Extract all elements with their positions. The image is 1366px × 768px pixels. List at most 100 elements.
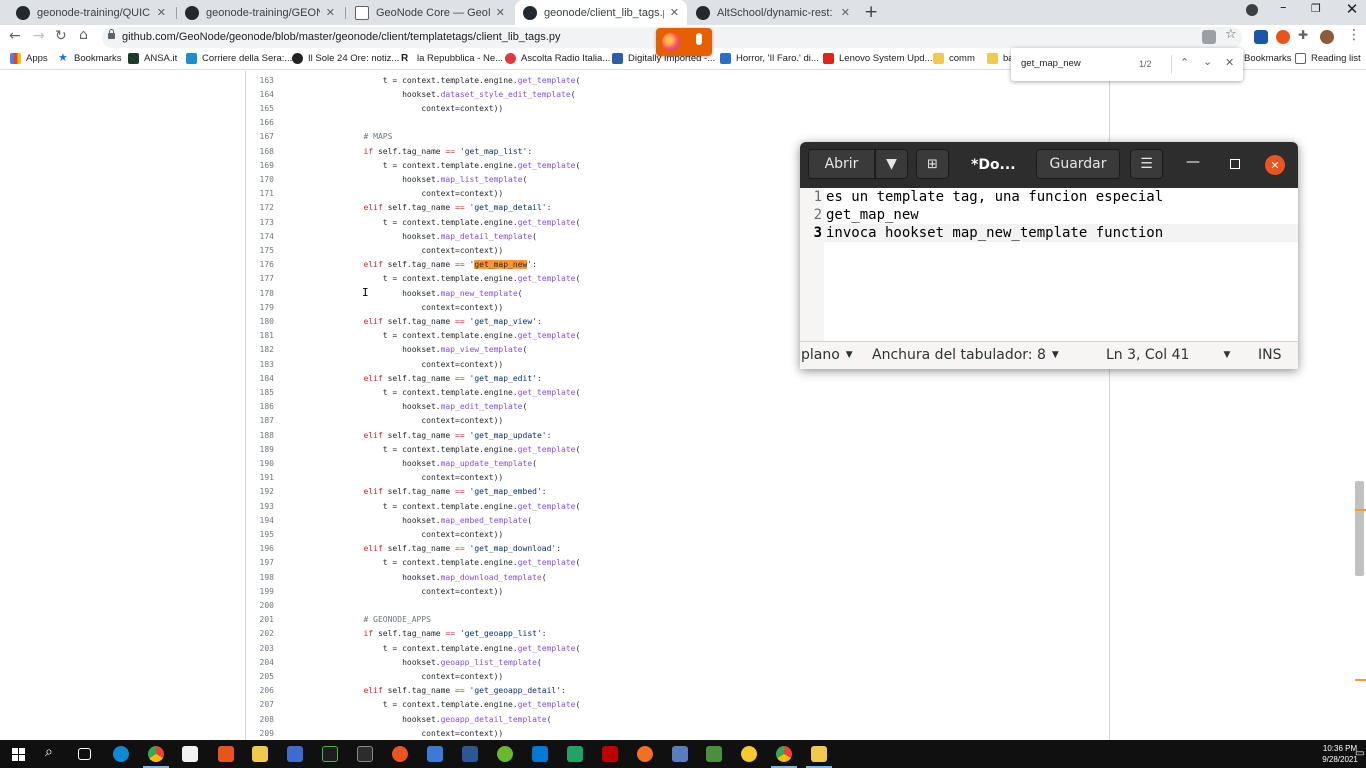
- other-bookmarks[interactable]: Bookmarks: [1244, 53, 1292, 64]
- find-input[interactable]: [1021, 58, 1136, 69]
- line-number[interactable]: 195: [246, 530, 274, 539]
- task-view-icon[interactable]: [78, 748, 91, 760]
- bookmark-horror[interactable]: Horror, 'Il Faro.' di...: [720, 53, 819, 64]
- line-number[interactable]: 193: [246, 502, 274, 511]
- forward-icon[interactable]: →: [33, 28, 45, 44]
- bookmark-ansa[interactable]: ANSA.it: [128, 53, 177, 64]
- line-number[interactable]: 206: [246, 686, 274, 695]
- line-number[interactable]: 194: [246, 516, 274, 525]
- line-number[interactable]: 180: [246, 317, 274, 326]
- screenshot-extension-icon[interactable]: [1202, 30, 1216, 44]
- line-number[interactable]: 176: [246, 260, 274, 269]
- back-icon[interactable]: ←: [9, 28, 21, 44]
- close-icon[interactable]: ✕: [1265, 155, 1285, 175]
- page-scrollbar[interactable]: [1355, 481, 1364, 576]
- editor-line[interactable]: 2 get_map_new: [800, 206, 919, 224]
- skype-icon[interactable]: [218, 746, 234, 762]
- tab-search-icon[interactable]: [1246, 4, 1258, 16]
- chevron-up-icon[interactable]: ⌃: [1180, 56, 1189, 69]
- line-number[interactable]: 164: [246, 90, 274, 99]
- chrome-icon[interactable]: [776, 746, 792, 762]
- home-icon[interactable]: ⌂: [79, 27, 88, 43]
- close-window-icon[interactable]: ✕: [1338, 0, 1366, 25]
- line-number[interactable]: 168: [246, 147, 274, 156]
- extensions-puzzle-icon[interactable]: ✚: [1298, 28, 1308, 42]
- syntax-mode-selector[interactable]: plano ▼: [801, 347, 853, 363]
- line-number[interactable]: 179: [246, 303, 274, 312]
- app-icon[interactable]: [811, 746, 827, 762]
- ubuntu-icon[interactable]: [392, 746, 408, 762]
- browser-tab-4-active[interactable]: geonode/client_lib_tags.py at ma ✕: [515, 0, 687, 25]
- line-number[interactable]: 170: [246, 175, 274, 184]
- gedit-text-area[interactable]: 1 es un template tag, una funcion especi…: [800, 188, 1298, 341]
- line-number[interactable]: 198: [246, 573, 274, 582]
- bookmark-folder-comm[interactable]: comm: [933, 53, 975, 64]
- filezilla-icon[interactable]: [602, 746, 618, 762]
- app-icon[interactable]: [637, 746, 653, 762]
- bookmark-sole24ore[interactable]: Il Sole 24 Ore: notiz...: [292, 53, 399, 64]
- browser-tab-1[interactable]: geonode-training/QUICK_INSTA ✕: [8, 0, 174, 25]
- open-button[interactable]: Abrir: [808, 149, 875, 179]
- new-document-button[interactable]: ⊞: [916, 149, 949, 179]
- line-number[interactable]: 167: [246, 132, 274, 141]
- bookmark-repubblica[interactable]: Rla Repubblica - Ne...: [401, 53, 503, 64]
- line-number[interactable]: 203: [246, 644, 274, 653]
- bookmark-radio-italia[interactable]: Ascolta Radio Italia...: [505, 53, 610, 64]
- line-number[interactable]: 182: [246, 345, 274, 354]
- line-number[interactable]: 199: [246, 587, 274, 596]
- line-number[interactable]: 204: [246, 658, 274, 667]
- qgis-icon[interactable]: [497, 746, 513, 762]
- line-number[interactable]: 192: [246, 487, 274, 496]
- star-icon[interactable]: ☆: [1225, 27, 1237, 42]
- chevron-down-icon[interactable]: ⌄: [1203, 55, 1212, 68]
- app-icon[interactable]: [357, 746, 373, 762]
- line-number[interactable]: 165: [246, 104, 274, 113]
- line-number[interactable]: 196: [246, 544, 274, 553]
- vscode-icon[interactable]: [532, 746, 548, 762]
- search-icon[interactable]: ⌕: [45, 744, 61, 760]
- cursor-position-selector[interactable]: Ln 3, Col 41 ▼: [1106, 347, 1230, 363]
- line-number[interactable]: 171: [246, 189, 274, 198]
- line-number[interactable]: 197: [246, 558, 274, 567]
- close-icon[interactable]: ✕: [496, 6, 505, 19]
- line-number[interactable]: 205: [246, 672, 274, 681]
- open-dropdown-button[interactable]: ▼: [875, 149, 908, 179]
- app-icon[interactable]: [672, 746, 688, 762]
- virtualbox-icon[interactable]: [427, 746, 443, 762]
- maximize-icon[interactable]: [1230, 159, 1240, 169]
- line-number[interactable]: 208: [246, 715, 274, 724]
- line-number[interactable]: 172: [246, 203, 274, 212]
- bookmark-apps[interactable]: Apps: [10, 53, 48, 64]
- app-icon[interactable]: [287, 746, 303, 762]
- line-number[interactable]: 174: [246, 232, 274, 241]
- app-icon[interactable]: [462, 746, 478, 762]
- close-icon[interactable]: ✕: [841, 6, 850, 19]
- line-number[interactable]: 185: [246, 388, 274, 397]
- browser-tab-5[interactable]: AltSchool/dynamic-rest: Dynami ✕: [688, 0, 858, 25]
- reading-list[interactable]: Reading list: [1295, 53, 1361, 64]
- firefox-voice-badge[interactable]: [656, 28, 712, 56]
- line-number[interactable]: 202: [246, 629, 274, 638]
- notification-icon[interactable]: ▭: [1355, 748, 1364, 759]
- app-icon[interactable]: [706, 746, 722, 762]
- close-icon[interactable]: ✕: [157, 6, 166, 19]
- line-number[interactable]: 189: [246, 445, 274, 454]
- close-icon[interactable]: ✕: [1225, 56, 1234, 69]
- line-number[interactable]: 177: [246, 274, 274, 283]
- line-number[interactable]: 181: [246, 331, 274, 340]
- browser-tab-3[interactable]: GeoNode Core — GeoNode 3.2 ✕: [347, 0, 513, 25]
- bookmark-folder-ba[interactable]: ba: [987, 53, 1014, 64]
- minimize-icon[interactable]: —: [1186, 154, 1200, 170]
- notepadpp-icon[interactable]: [567, 746, 583, 762]
- store-icon[interactable]: [182, 746, 198, 762]
- hamburger-menu-button[interactable]: ☰: [1130, 149, 1163, 179]
- editor-line[interactable]: 3 invoca hookset map_new_template functi…: [800, 224, 1164, 242]
- line-number[interactable]: 209: [246, 729, 274, 738]
- close-icon[interactable]: ✕: [670, 6, 679, 19]
- chrome-icon[interactable]: [148, 746, 164, 762]
- browser-tab-2[interactable]: geonode-training/GEONODE_PR ✕: [177, 0, 343, 25]
- minimize-icon[interactable]: –: [1280, 0, 1287, 15]
- zotero-extension-icon[interactable]: [1254, 30, 1268, 44]
- editor-line[interactable]: 1 es un template tag, una funcion especi…: [800, 188, 1164, 206]
- line-number[interactable]: 169: [246, 161, 274, 170]
